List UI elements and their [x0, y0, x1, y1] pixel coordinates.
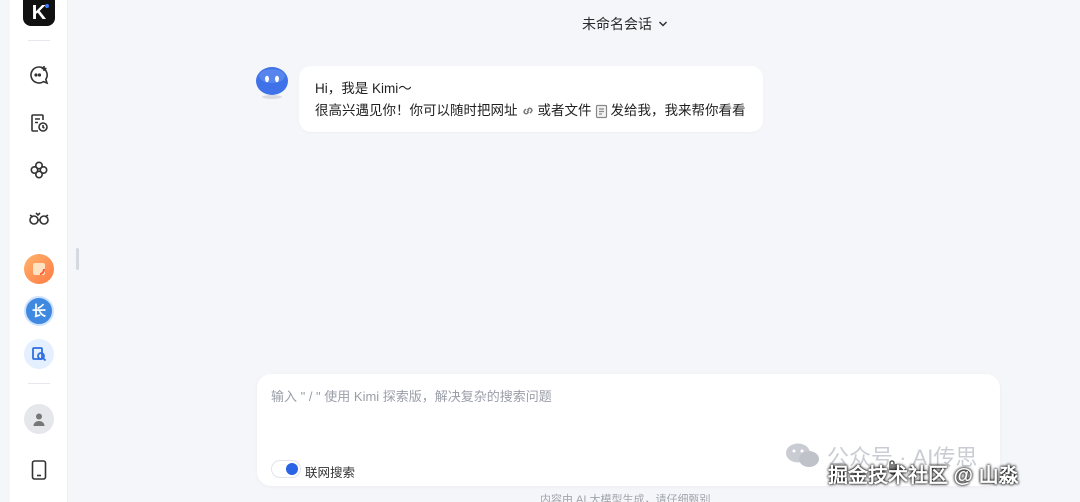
new-chat-button[interactable]: [25, 61, 53, 89]
watermark-text: 掘金技术社区 @ 山淼: [828, 465, 1019, 487]
new-chat-icon: [30, 66, 49, 85]
assistant-message: Hi，我是 Kimi～ 很高兴遇见你！你可以随时把网址 或者文件 发给我，我来帮…: [299, 66, 763, 132]
mobile-app-icon: [31, 460, 47, 480]
page-title: 未命名会话: [582, 16, 652, 32]
explore-button[interactable]: [25, 156, 53, 184]
chevron-down-icon: [658, 21, 668, 27]
history-icon: [31, 114, 48, 132]
message-line: 很高兴遇见你！你可以随时把网址 或者文件 发给我，我来帮你看看: [315, 100, 747, 122]
disclaimer-text: 内容由 AI 大模型生成，请仔细甄别: [540, 494, 711, 502]
app-blue-icon: 长: [32, 303, 46, 319]
sidebar-divider: [28, 40, 50, 41]
app-blue-button[interactable]: 长: [24, 296, 54, 326]
web-search-toggle[interactable]: [271, 460, 301, 478]
toggle-knob: [286, 463, 298, 475]
kimi-plus-button[interactable]: [25, 204, 53, 232]
app-search-icon: [32, 347, 47, 362]
app-orange-icon: [33, 263, 45, 275]
message-input[interactable]: [271, 386, 971, 446]
web-search-label: 联网搜索: [305, 466, 356, 480]
logo-dot: [45, 4, 49, 8]
kimi-plus-icon: [29, 212, 49, 225]
app-orange-button[interactable]: [24, 254, 54, 284]
file-icon: [595, 104, 608, 119]
sidebar-divider: [28, 383, 50, 384]
user-avatar-button[interactable]: [24, 404, 54, 434]
app-search-button[interactable]: [24, 339, 54, 369]
mobile-app-button[interactable]: [25, 456, 53, 484]
history-button[interactable]: [25, 109, 53, 137]
message-text: 或者文件: [537, 103, 592, 118]
message-text: 很高兴遇见你！你可以随时把网址: [315, 103, 518, 118]
sidebar: K 长: [10, 0, 68, 502]
kimi-bot-avatar-icon: [256, 67, 288, 99]
wechat-icon: [786, 443, 819, 467]
conversation-title-dropdown[interactable]: 未命名会话: [540, 14, 710, 34]
explore-icon: [30, 161, 48, 179]
sidebar-resize-handle[interactable]: [76, 248, 79, 270]
greeting-text: Hi，我是 Kimi～: [315, 81, 412, 96]
kimi-logo[interactable]: K: [23, 0, 55, 26]
link-icon: [521, 104, 535, 118]
message-line: Hi，我是 Kimi～: [315, 78, 747, 100]
user-avatar-icon: [33, 413, 45, 426]
message-text: 发给我，我来帮你看看: [610, 103, 746, 118]
